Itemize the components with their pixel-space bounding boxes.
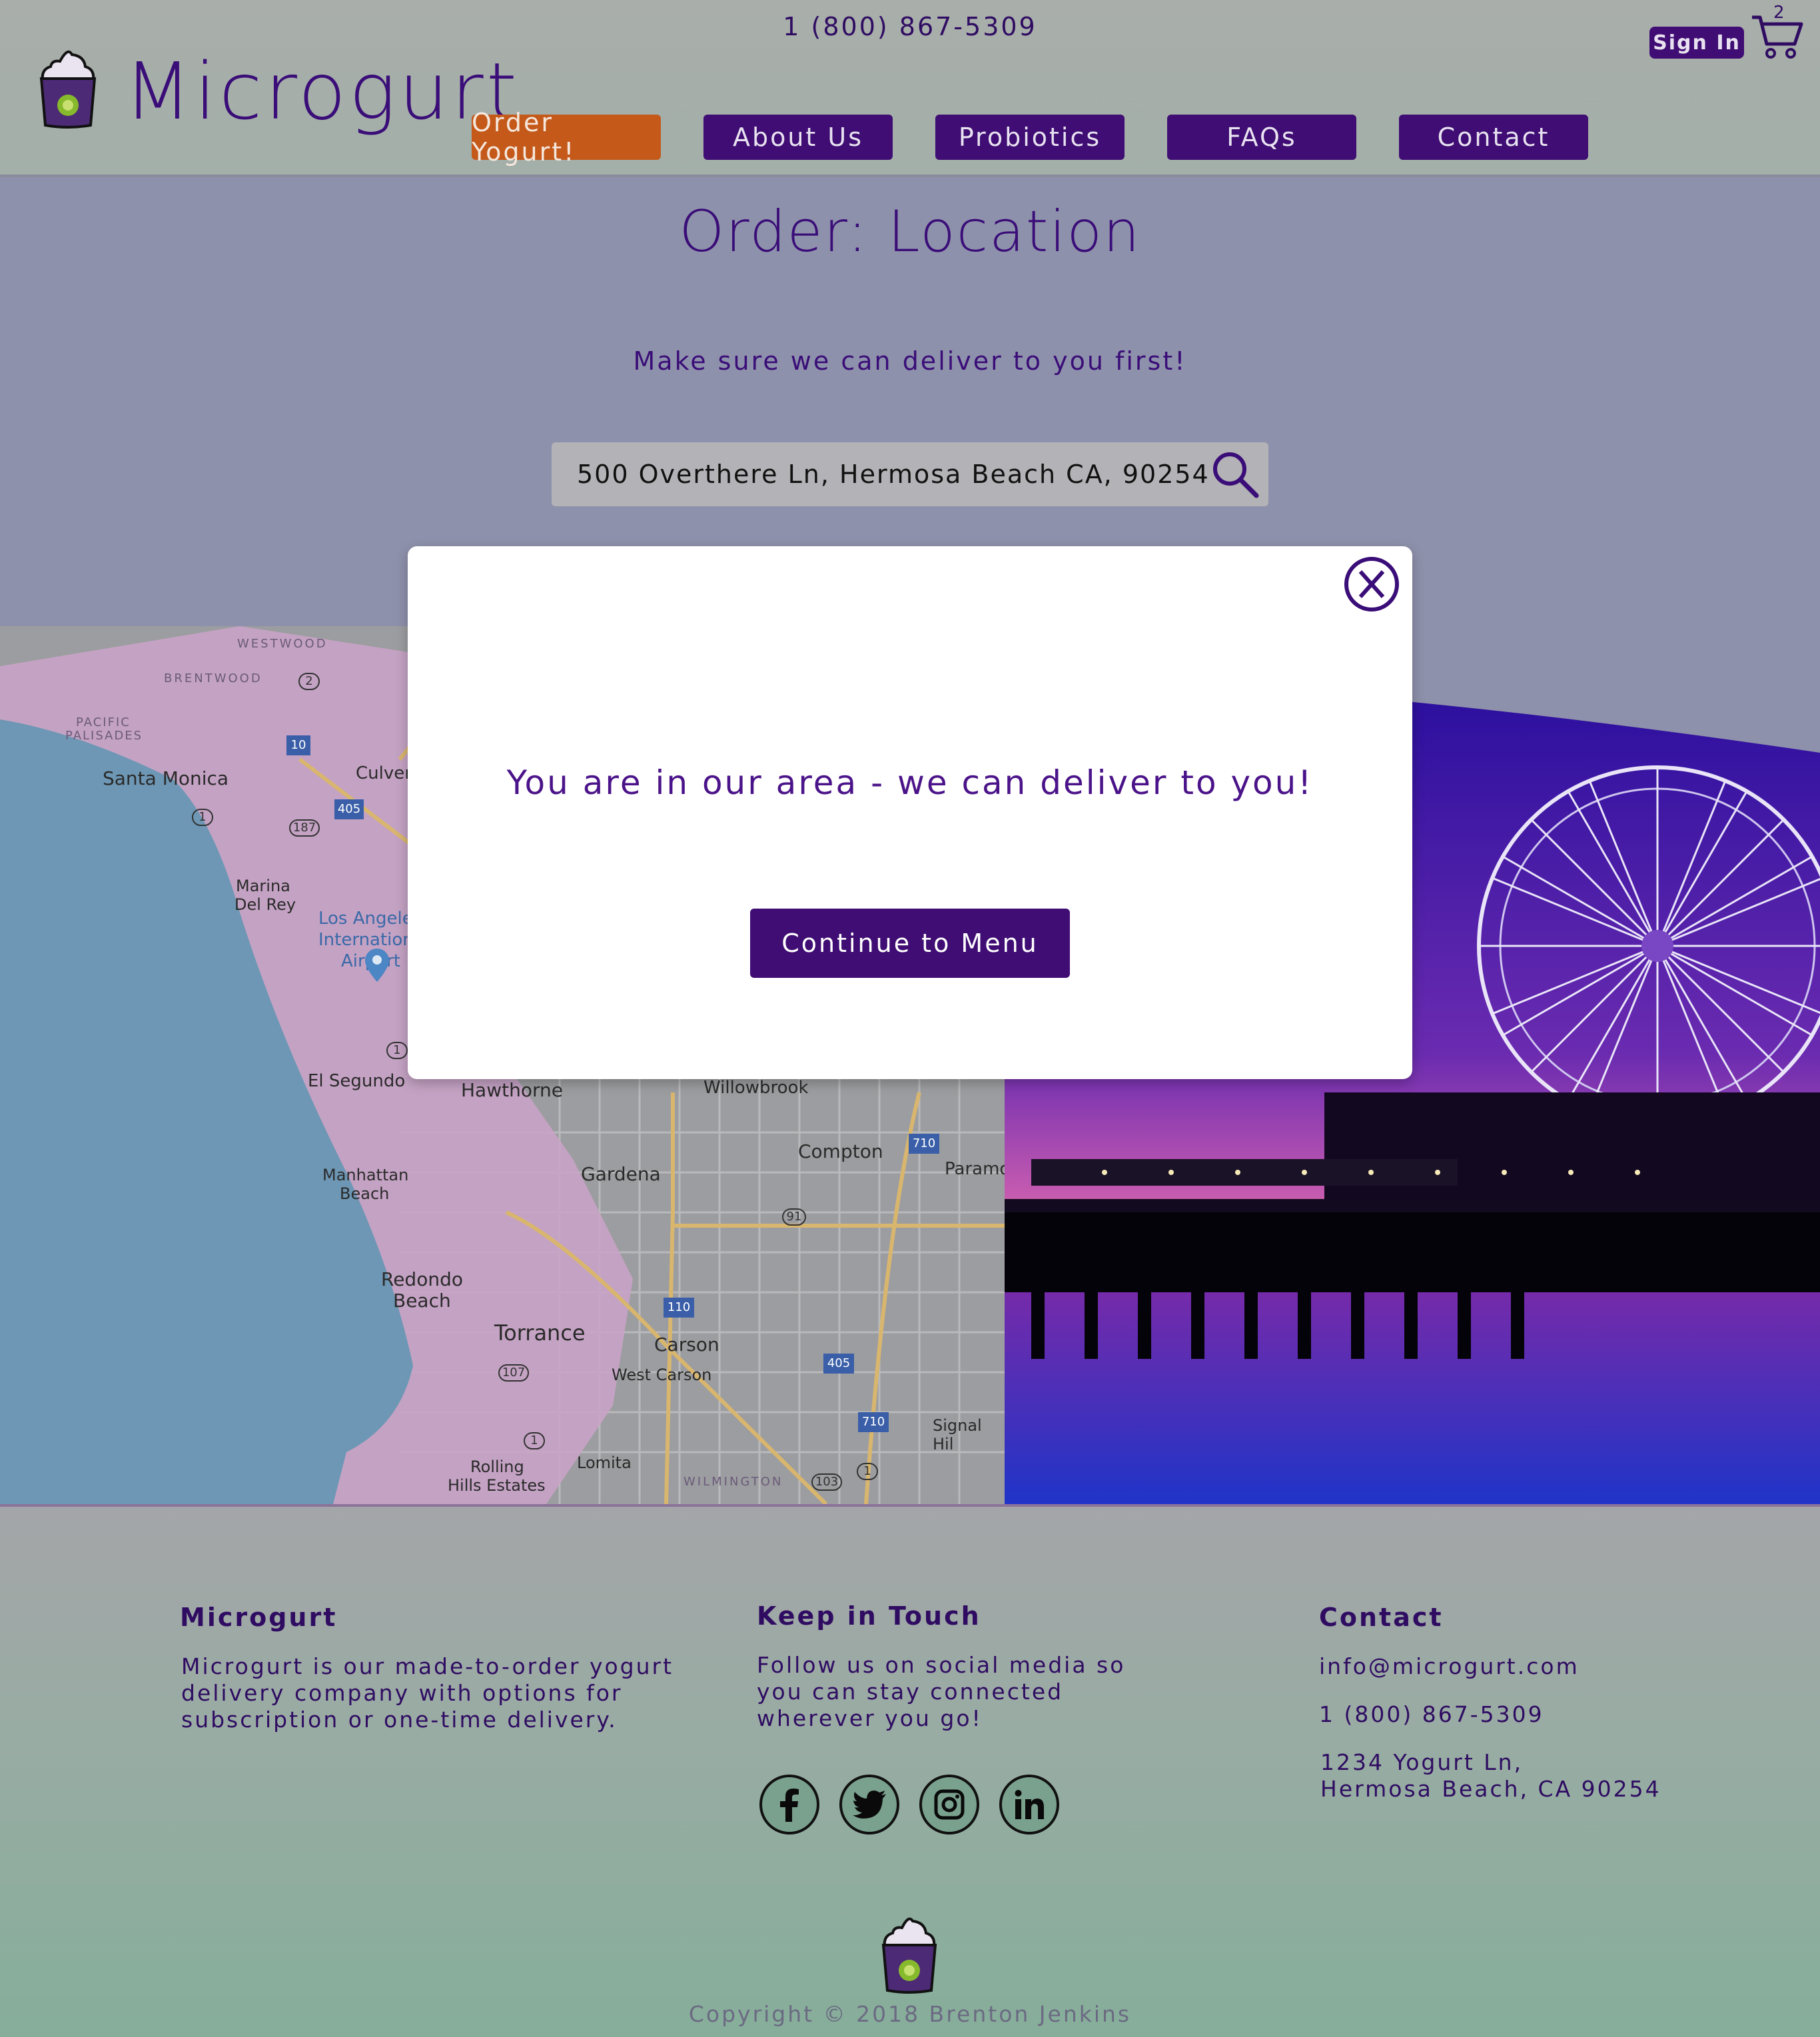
route-shield-91: 91: [782, 1208, 806, 1226]
route-shield-1-north: 1: [192, 809, 213, 826]
close-icon[interactable]: [1343, 556, 1400, 613]
linkedin-icon[interactable]: [999, 1775, 1059, 1834]
route-shield-1-mid: 1: [386, 1042, 408, 1059]
nav-contact[interactable]: Contact: [1399, 115, 1588, 160]
yogurt-cup-footer-icon[interactable]: [879, 1914, 939, 1994]
footer-about-title: Microgurt: [180, 1603, 338, 1632]
brand-name[interactable]: Microgurt: [124, 52, 520, 131]
interstate-shield-405-north: 405: [334, 799, 364, 819]
footer-social-title: Keep in Touch: [757, 1601, 981, 1631]
route-shield-1-east: 1: [857, 1463, 878, 1480]
interstate-shield-710-south: 710: [858, 1412, 889, 1432]
map-label-carson: Carson: [654, 1334, 719, 1356]
address-search-input[interactable]: 500 Overthere Ln, Hermosa Beach CA, 9025…: [552, 442, 1268, 506]
page-title: Order: Location: [679, 199, 1141, 265]
footer-social-line-3: wherever you go!: [757, 1705, 983, 1731]
instagram-icon[interactable]: [919, 1775, 979, 1834]
sign-in-button[interactable]: Sign In: [1649, 27, 1744, 59]
footer-about-line-2: delivery company with options for: [181, 1680, 623, 1706]
footer-email[interactable]: info@microgurt.com: [1319, 1653, 1580, 1680]
nav-about-us[interactable]: About Us: [703, 115, 893, 160]
yogurt-cup-logo-icon[interactable]: [37, 47, 99, 129]
delivery-confirmation-modal: You are in our area - we can deliver to …: [408, 546, 1412, 1079]
map-label-paramount: Paramo: [945, 1159, 1005, 1179]
map-label-palisades: PALISADES: [65, 729, 143, 743]
map-label-westwood: WESTWOOD: [237, 637, 328, 651]
airport-pin-icon: [365, 949, 389, 982]
map-label-redondo-beach: Beach: [393, 1290, 451, 1312]
map-label-lomita: Lomita: [577, 1453, 632, 1472]
map-label-hawthorne: Hawthorne: [461, 1079, 563, 1101]
interstate-shield-405-south: 405: [823, 1354, 854, 1374]
footer-social-line-2: you can stay connected: [757, 1679, 1064, 1705]
modal-message: You are in our area - we can deliver to …: [506, 763, 1314, 802]
map-label-el-segundo: El Segundo: [308, 1071, 406, 1091]
twitter-icon[interactable]: [839, 1775, 899, 1834]
map-label-west-carson: West Carson: [612, 1366, 712, 1384]
map-label-brentwood: BRENTWOOD: [164, 671, 262, 685]
footer-phone[interactable]: 1 (800) 867-5309: [1319, 1701, 1544, 1728]
shopping-cart-icon[interactable]: [1751, 13, 1804, 61]
footer-social-line-1: Follow us on social media so: [757, 1652, 1126, 1678]
interstate-shield-110: 110: [664, 1298, 694, 1318]
map-label-marina: Marina: [236, 877, 290, 895]
map-label-compton: Compton: [798, 1140, 883, 1162]
interstate-shield-710-north: 710: [909, 1134, 939, 1154]
nav-probiotics[interactable]: Probiotics: [935, 115, 1125, 160]
map-label-manhattan-beach: Beach: [340, 1184, 390, 1203]
site-header: 1 (800) 867-5309 Microgurt Order Yogurt!…: [0, 0, 1820, 177]
facebook-icon[interactable]: [759, 1775, 819, 1834]
map-label-signal-hill: Signal Hil: [933, 1416, 982, 1453]
nav-order-yogurt[interactable]: Order Yogurt!: [472, 108, 661, 167]
map-label-santa-monica: Santa Monica: [103, 767, 229, 789]
footer-contact-title: Contact: [1319, 1603, 1444, 1632]
footer-address-line-2: Hermosa Beach, CA 90254: [1320, 1776, 1661, 1802]
footer-address-line-1: 1234 Yogurt Ln,: [1320, 1749, 1524, 1775]
interstate-shield-10: 10: [286, 735, 310, 755]
footer-about-line-1: Microgurt is our made-to-order yogurt: [181, 1653, 674, 1679]
route-shield-103: 103: [811, 1473, 842, 1491]
map-label-redondo: Redondo: [381, 1268, 463, 1290]
route-shield-187: 187: [289, 819, 320, 837]
search-icon[interactable]: [1208, 448, 1262, 501]
map-label-la: Los Angeles: [318, 909, 422, 929]
map-label-wilmington: WILMINGTON: [683, 1475, 783, 1489]
map-label-rolling-hills-estates: Hills Estates: [448, 1476, 546, 1495]
copyright-text: Copyright © 2018 Brenton Jenkins: [688, 2001, 1132, 2027]
header-phone[interactable]: 1 (800) 867-5309: [0, 12, 1820, 41]
footer-about-line-3: subscription or one-time delivery.: [181, 1707, 618, 1733]
map-label-willowbrook: Willowbrook: [703, 1078, 809, 1098]
continue-to-menu-button[interactable]: Continue to Menu: [750, 909, 1070, 978]
map-label-manhattan: Manhattan: [322, 1166, 409, 1184]
map-label-pacific: PACIFIC: [76, 715, 131, 729]
route-shield-107: 107: [498, 1364, 529, 1382]
map-label-rolling: Rolling: [470, 1457, 524, 1476]
nav-faqs[interactable]: FAQs: [1167, 115, 1356, 160]
route-shield-2: 2: [298, 673, 320, 690]
page-subtitle: Make sure we can deliver to you first!: [633, 346, 1187, 376]
map-label-torrance: Torrance: [494, 1320, 586, 1346]
map-label-del-rey: Del Rey: [234, 895, 296, 914]
map-label-culver: Culver: [356, 763, 412, 783]
route-shield-1-south: 1: [524, 1432, 545, 1449]
map-label-gardena: Gardena: [581, 1163, 661, 1185]
